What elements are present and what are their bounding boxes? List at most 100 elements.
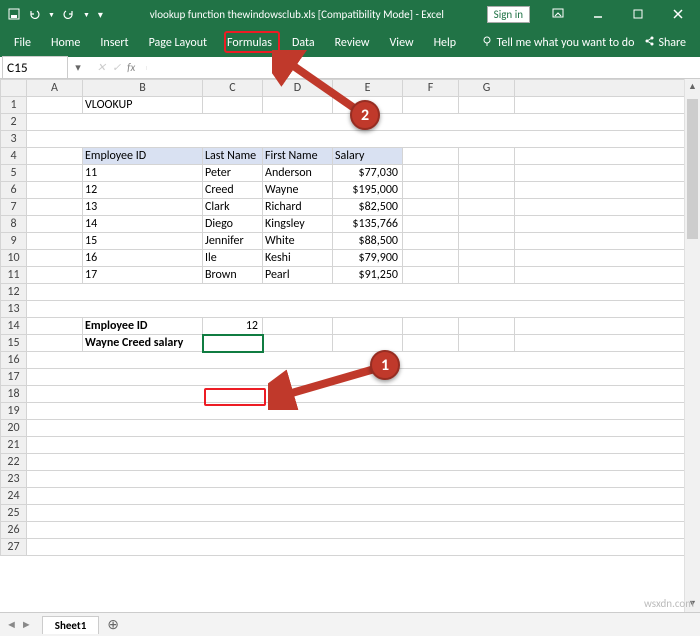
name-box-dropdown-icon[interactable]: ▾ [70, 61, 86, 74]
cell[interactable] [333, 335, 403, 352]
cell[interactable]: Kingsley [263, 216, 333, 233]
cell[interactable]: 12 [203, 318, 263, 335]
sheet-nav-prev-icon[interactable]: ◄ [6, 618, 17, 631]
row-header[interactable]: 3 [1, 131, 27, 148]
cell[interactable] [459, 267, 515, 284]
row-header[interactable]: 21 [1, 437, 27, 454]
cell[interactable] [515, 267, 699, 284]
sheet-tab-active[interactable]: Sheet1 [42, 616, 100, 634]
cell[interactable]: Employee ID [83, 148, 203, 165]
cell[interactable]: 15 [83, 233, 203, 250]
cell[interactable]: Brown [203, 267, 263, 284]
cell[interactable]: Anderson [263, 165, 333, 182]
cell[interactable] [515, 199, 699, 216]
col-header-C[interactable]: C [203, 80, 263, 97]
cell[interactable]: VLOOKUP [83, 97, 203, 114]
cell[interactable] [459, 233, 515, 250]
cell[interactable]: Wayne [263, 182, 333, 199]
col-header-B[interactable]: B [83, 80, 203, 97]
cell[interactable] [515, 335, 699, 352]
cell[interactable]: Jennifer [203, 233, 263, 250]
cell[interactable] [515, 250, 699, 267]
cell[interactable]: 12 [83, 182, 203, 199]
cell[interactable] [515, 233, 699, 250]
row-header[interactable]: 13 [1, 301, 27, 318]
cell[interactable] [27, 148, 83, 165]
cell[interactable] [27, 284, 699, 301]
cell[interactable]: Peter [203, 165, 263, 182]
row-header[interactable]: 15 [1, 335, 27, 352]
spreadsheet-grid[interactable]: A B C D E F G 1VLOOKUP 2 3 4Employee IDL… [0, 79, 700, 556]
row-header[interactable]: 23 [1, 471, 27, 488]
cell[interactable]: Salary [333, 148, 403, 165]
row-header[interactable]: 7 [1, 199, 27, 216]
row-header[interactable]: 11 [1, 267, 27, 284]
qat-customize-icon[interactable]: ▾ [98, 8, 103, 21]
cell[interactable] [403, 148, 459, 165]
row-header[interactable]: 2 [1, 114, 27, 131]
cell[interactable] [333, 318, 403, 335]
cell[interactable]: Employee ID [83, 318, 203, 335]
select-all-corner[interactable] [1, 80, 27, 97]
cell[interactable] [459, 148, 515, 165]
cell[interactable]: Diego [203, 216, 263, 233]
cell[interactable]: $79,900 [333, 250, 403, 267]
cell[interactable] [403, 165, 459, 182]
cell[interactable]: $195,000 [333, 182, 403, 199]
enter-formula-icon[interactable]: ✓ [112, 61, 121, 74]
cell[interactable] [203, 97, 263, 114]
row-header[interactable]: 20 [1, 420, 27, 437]
cell[interactable]: 14 [83, 216, 203, 233]
scrollbar-thumb[interactable] [687, 99, 698, 239]
cell[interactable] [515, 216, 699, 233]
name-box[interactable] [2, 56, 68, 79]
cell[interactable]: 11 [83, 165, 203, 182]
tab-home[interactable]: Home [41, 30, 90, 56]
minimize-icon[interactable] [580, 4, 616, 24]
cell[interactable] [515, 182, 699, 199]
cell[interactable] [27, 250, 83, 267]
redo-icon[interactable] [63, 8, 75, 20]
cell[interactable] [515, 318, 699, 335]
cell[interactable]: $82,500 [333, 199, 403, 216]
cell[interactable]: $88,500 [333, 233, 403, 250]
cell[interactable] [459, 182, 515, 199]
cell[interactable] [515, 165, 699, 182]
cell[interactable]: Wayne Creed salary [83, 335, 203, 352]
ribbon-options-icon[interactable] [540, 4, 576, 24]
cancel-formula-icon[interactable]: ✕ [97, 61, 106, 74]
cell[interactable]: Last Name [203, 148, 263, 165]
cell[interactable] [27, 233, 83, 250]
cell[interactable] [27, 437, 699, 454]
row-header[interactable]: 1 [1, 97, 27, 114]
row-header[interactable]: 8 [1, 216, 27, 233]
close-icon[interactable] [660, 4, 696, 24]
row-header[interactable]: 12 [1, 284, 27, 301]
maximize-icon[interactable] [620, 4, 656, 24]
tell-me-search[interactable]: Tell me what you want to do [481, 35, 635, 51]
cell[interactable] [27, 488, 699, 505]
share-button[interactable]: Share [634, 36, 696, 50]
cell[interactable] [403, 233, 459, 250]
cell[interactable] [459, 97, 515, 114]
save-icon[interactable] [8, 8, 20, 20]
tab-page-layout[interactable]: Page Layout [139, 30, 217, 56]
cell[interactable] [459, 165, 515, 182]
cell[interactable] [403, 199, 459, 216]
cell[interactable]: First Name [263, 148, 333, 165]
add-sheet-icon[interactable]: ⊕ [99, 616, 127, 633]
cell[interactable] [27, 165, 83, 182]
cell[interactable]: 16 [83, 250, 203, 267]
cell[interactable] [27, 454, 699, 471]
sheet-nav-next-icon[interactable]: ► [21, 618, 32, 631]
row-header[interactable]: 4 [1, 148, 27, 165]
row-header[interactable]: 9 [1, 233, 27, 250]
row-header[interactable]: 18 [1, 386, 27, 403]
cell[interactable] [459, 216, 515, 233]
redo-dropdown-icon[interactable]: ▼ [83, 10, 90, 19]
cell[interactable] [27, 182, 83, 199]
cell[interactable] [27, 522, 699, 539]
cell[interactable] [403, 97, 459, 114]
cell[interactable] [27, 97, 83, 114]
sign-in-button[interactable]: Sign in [487, 6, 530, 23]
